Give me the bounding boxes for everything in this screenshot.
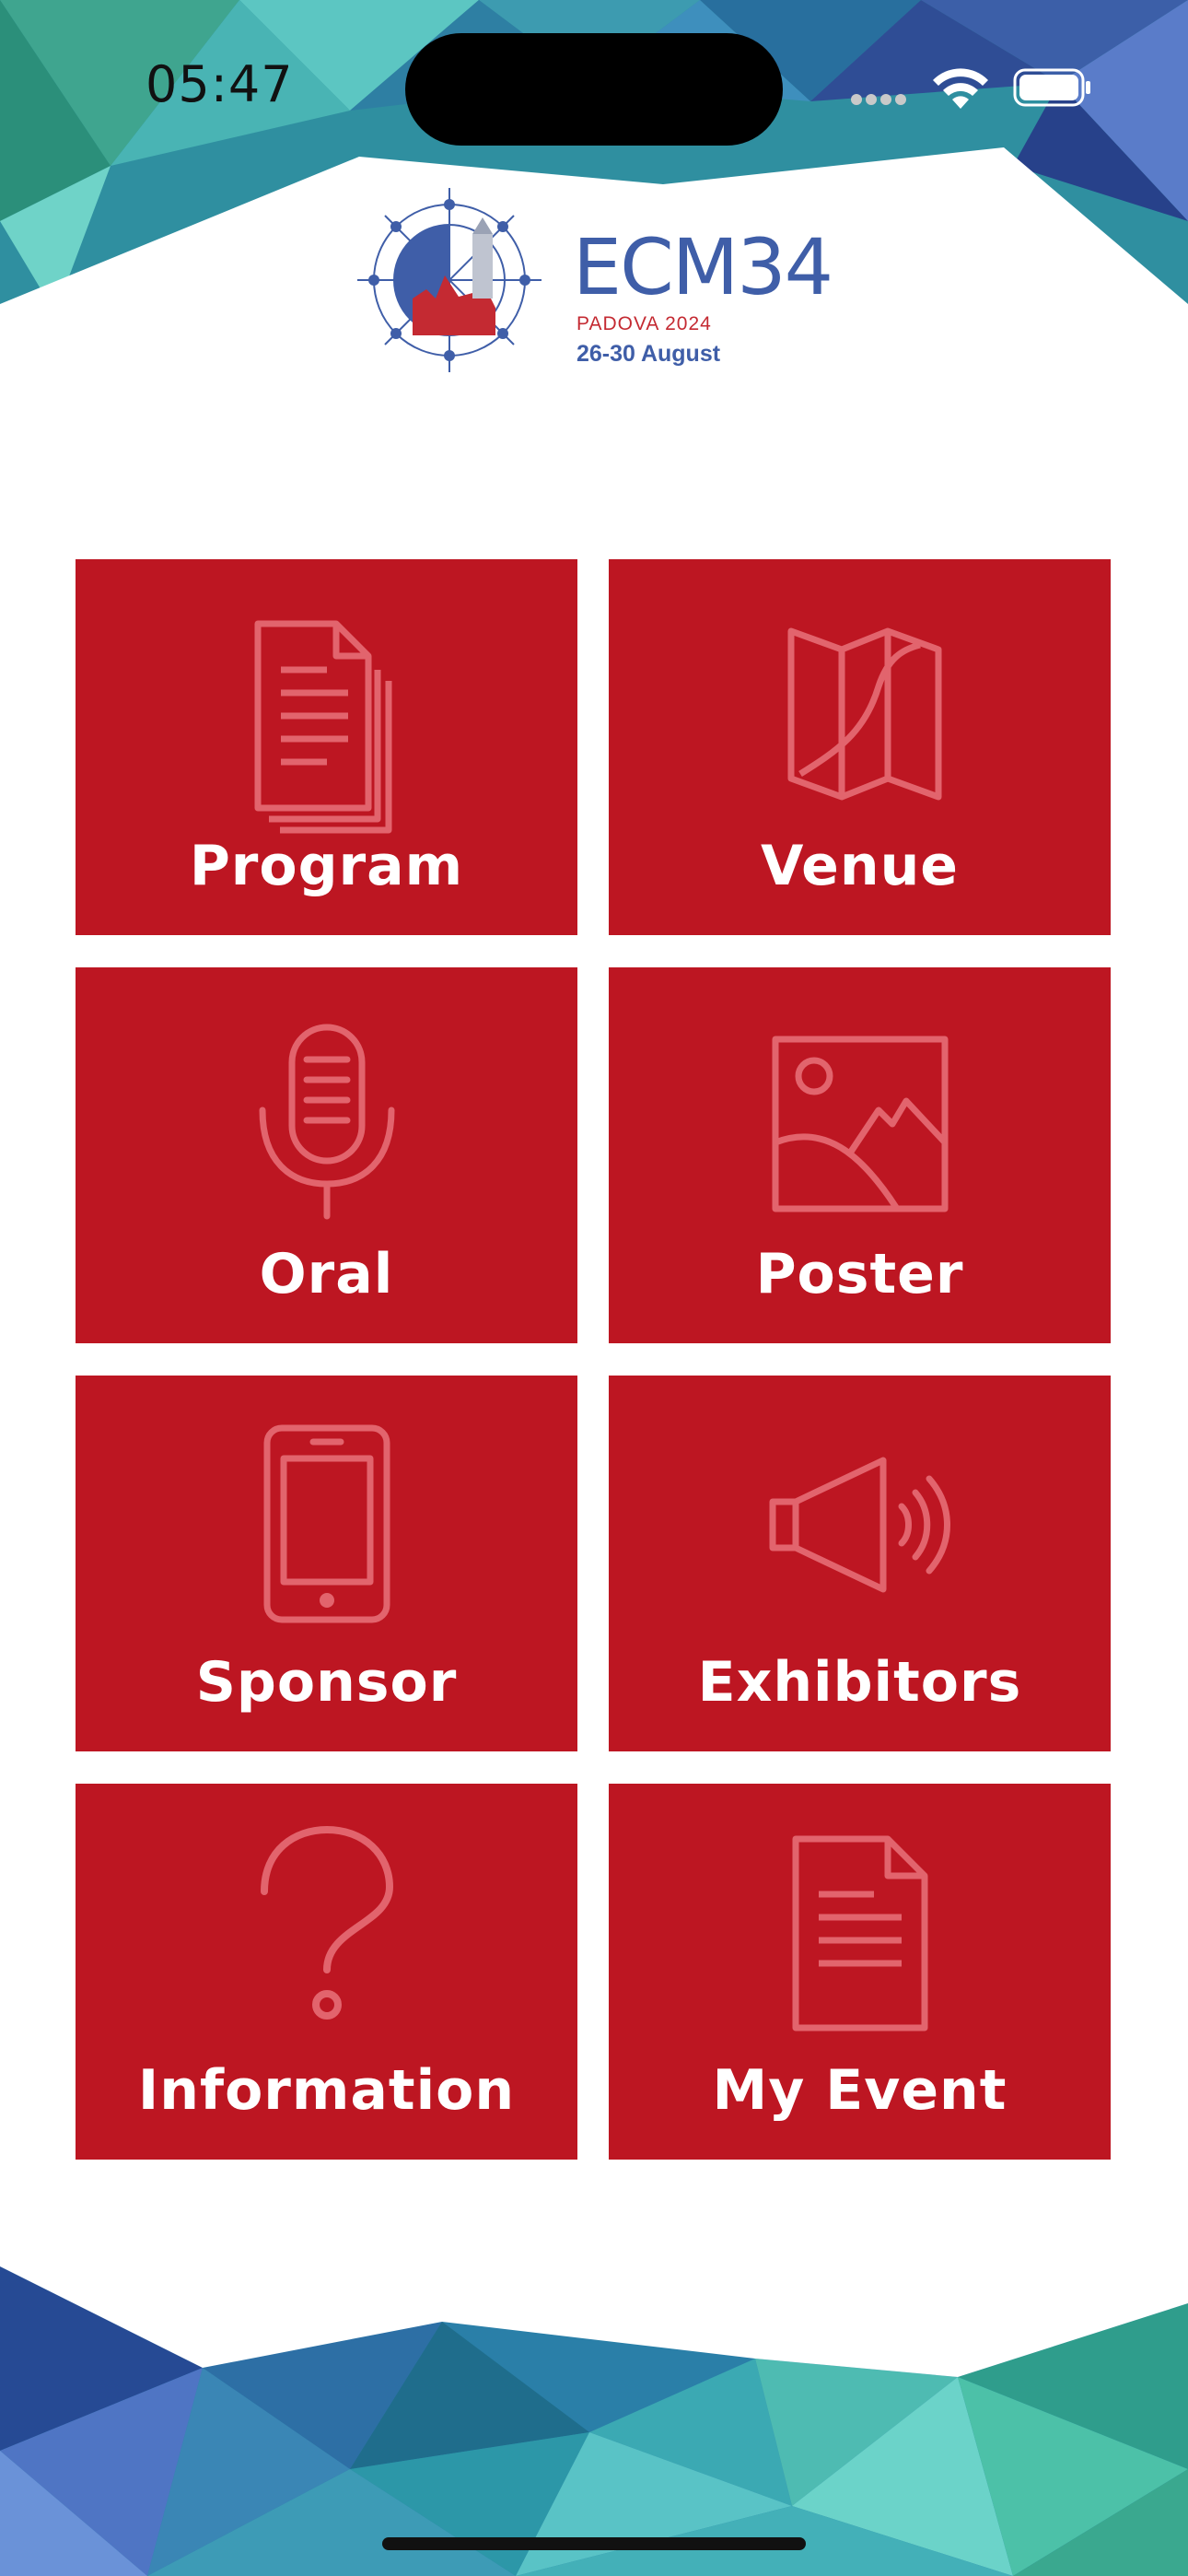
logo-dates: 26-30 August xyxy=(577,341,721,367)
document-icon xyxy=(792,1835,927,2032)
dynamic-island xyxy=(405,33,783,146)
tile-venue[interactable]: Venue xyxy=(609,559,1111,935)
cellular-signal-icon xyxy=(851,94,906,105)
padova-emblem-icon xyxy=(357,188,542,372)
tile-sponsor[interactable]: Sponsor xyxy=(76,1376,577,1751)
status-bar: 05:47 xyxy=(0,0,1188,184)
ecm34-logo: ECM34 PADOVA 2024 26-30 August xyxy=(348,171,845,392)
tile-poster-label: Poster xyxy=(755,1242,964,1306)
megaphone-icon xyxy=(769,1457,950,1593)
wifi-icon xyxy=(933,68,988,109)
image-icon xyxy=(772,1036,948,1212)
home-indicator[interactable] xyxy=(382,2537,806,2550)
tile-program[interactable]: Program xyxy=(76,559,577,935)
map-icon xyxy=(787,627,941,801)
status-time: 05:47 xyxy=(146,55,294,113)
tile-exhibitors[interactable]: Exhibitors xyxy=(609,1376,1111,1751)
tile-sponsor-label: Sponsor xyxy=(195,1650,458,1715)
tile-oral-label: Oral xyxy=(259,1242,394,1306)
tile-oral[interactable]: Oral xyxy=(76,967,577,1343)
tile-program-label: Program xyxy=(189,834,464,898)
tile-venue-label: Venue xyxy=(761,834,959,898)
tile-my-event[interactable]: My Event xyxy=(609,1784,1111,2160)
microphone-icon xyxy=(259,1024,394,1220)
smartphone-icon xyxy=(263,1424,390,1623)
logo-title: ECM34 xyxy=(573,222,833,312)
tile-poster[interactable]: Poster xyxy=(609,967,1111,1343)
tile-exhibitors-label: Exhibitors xyxy=(697,1650,1022,1715)
background-bottom-polygons xyxy=(0,2266,1188,2576)
battery-icon xyxy=(1013,68,1090,107)
documents-icon xyxy=(254,620,391,834)
question-icon xyxy=(260,1825,393,2020)
tile-information-label: Information xyxy=(137,2058,516,2123)
tile-information[interactable]: Information xyxy=(76,1784,577,2160)
tile-my-event-label: My Event xyxy=(712,2058,1007,2123)
logo-location: PADOVA 2024 xyxy=(577,313,712,334)
